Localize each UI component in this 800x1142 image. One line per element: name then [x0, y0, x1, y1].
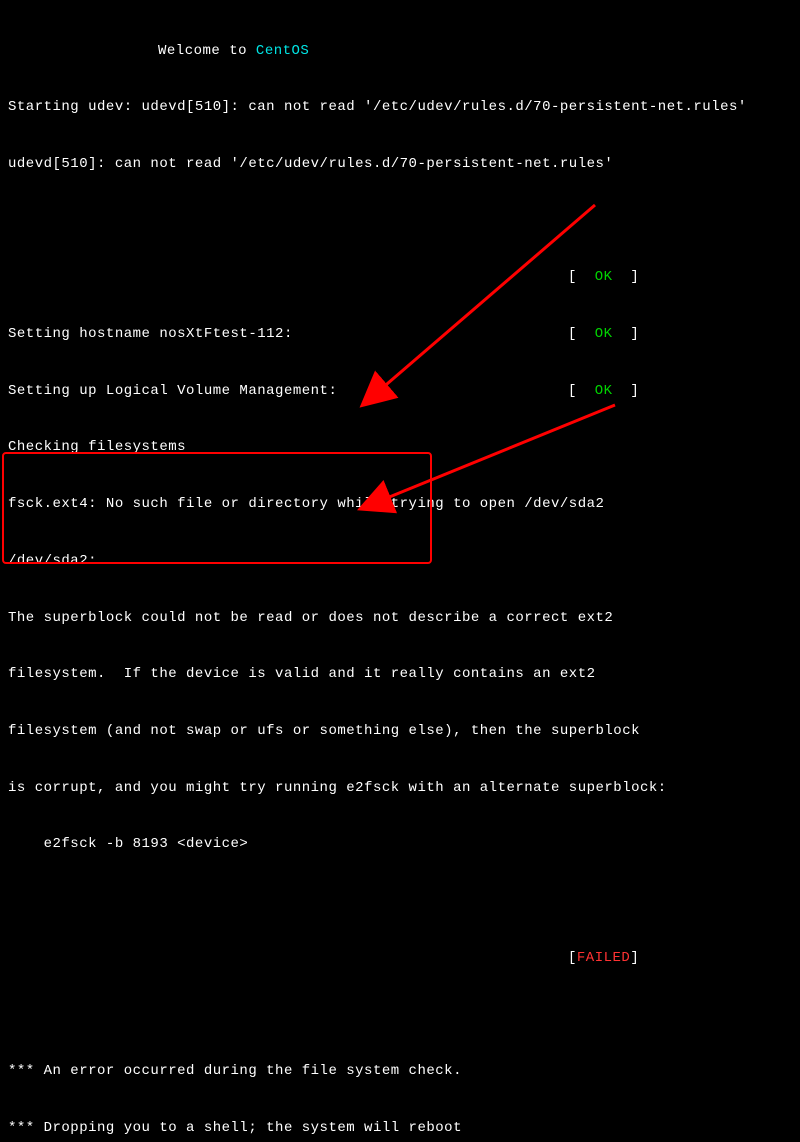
superblock-line-3: filesystem (and not swap or ufs or somet… [8, 722, 792, 741]
superblock-line-1: The superblock could not be read or does… [8, 609, 792, 628]
status-ok: OK [595, 383, 613, 399]
status-ok: OK [595, 326, 613, 342]
bracket-left: [ [568, 269, 595, 285]
error-line-1: *** An error occurred during the file sy… [8, 1062, 792, 1081]
welcome-line: Welcome to CentOS [8, 42, 792, 61]
welcome-prefix: Welcome to [158, 43, 256, 59]
bracket-right: ] [630, 950, 639, 966]
hostname-line: Setting hostname nosXtFtest-112: [ OK ] [8, 325, 792, 344]
failed-status-line: [FAILED] [8, 949, 792, 968]
status-failed: FAILED [577, 950, 630, 966]
fsck-line-2: /dev/sda2: [8, 552, 792, 571]
terminal-output: Welcome to CentOS Starting udev: udevd[5… [8, 4, 792, 1142]
blank-line [8, 1005, 792, 1024]
lvm-line: Setting up Logical Volume Management: [ O… [8, 382, 792, 401]
udev-line-1: Starting udev: udevd[510]: can not read … [8, 98, 792, 117]
e2fsck-line: e2fsck -b 8193 <device> [8, 835, 792, 854]
status-ok: OK [595, 269, 613, 285]
blank-line [8, 212, 792, 231]
superblock-line-4: is corrupt, and you might try running e2… [8, 779, 792, 798]
bracket-left: [ [568, 383, 595, 399]
fsck-line-1: fsck.ext4: No such file or directory whi… [8, 495, 792, 514]
udev-line-2: udevd[510]: can not read '/etc/udev/rule… [8, 155, 792, 174]
bracket-right: ] [613, 326, 640, 342]
superblock-line-2: filesystem. If the device is valid and i… [8, 665, 792, 684]
bracket-left: [ [568, 326, 595, 342]
lvm-text: Setting up Logical Volume Management: [8, 383, 337, 399]
hostname-text: Setting hostname nosXtFtest-112: [8, 326, 293, 342]
checking-fs-line: Checking filesystems [8, 438, 792, 457]
bracket-right: ] [613, 383, 640, 399]
udev-status-line: [ OK ] [8, 268, 792, 287]
error-line-2: *** Dropping you to a shell; the system … [8, 1119, 792, 1138]
bracket-right: ] [613, 269, 640, 285]
os-name: CentOS [256, 43, 309, 59]
bracket-left: [ [568, 950, 577, 966]
blank-line [8, 892, 792, 911]
